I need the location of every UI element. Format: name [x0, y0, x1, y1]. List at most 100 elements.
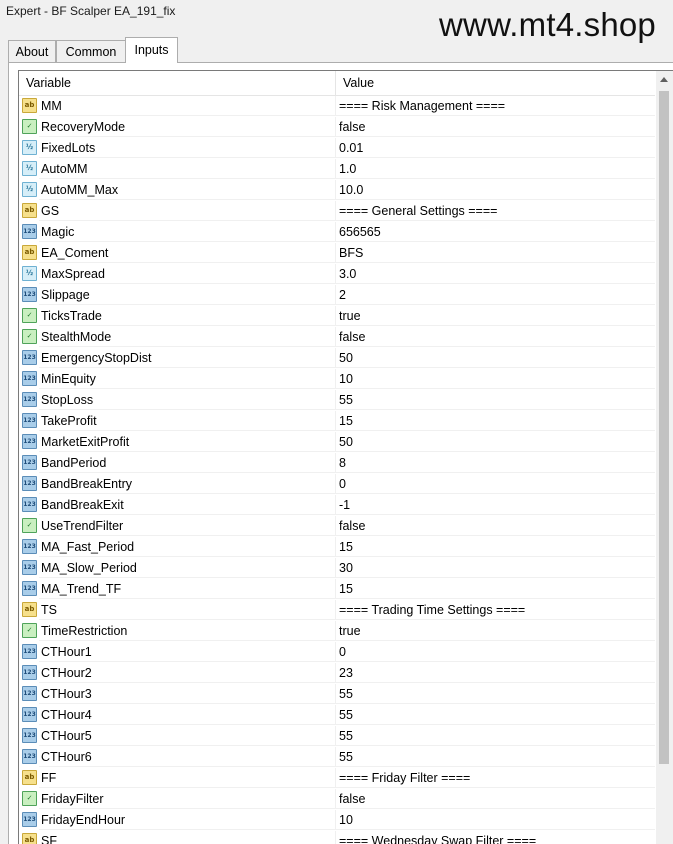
variable-value[interactable]: false — [336, 117, 655, 137]
variable-value[interactable]: 55 — [336, 747, 655, 767]
variable-value[interactable]: 15 — [336, 579, 655, 599]
variable-name: TicksTrade — [39, 306, 336, 326]
variable-name: AutoMM_Max — [39, 180, 336, 200]
table-row[interactable]: ✓ RecoveryMode false — [19, 117, 655, 138]
table-row[interactable]: 123 EmergencyStopDist 50 — [19, 348, 655, 369]
table-row[interactable]: 123 MA_Trend_TF 15 — [19, 579, 655, 600]
variable-value[interactable]: true — [336, 306, 655, 326]
variable-name: CTHour4 — [39, 705, 336, 725]
variable-value[interactable]: 10 — [336, 369, 655, 389]
variable-name: GS — [39, 201, 336, 221]
table-row[interactable]: 123 StopLoss 55 — [19, 390, 655, 411]
variable-value[interactable]: 3.0 — [336, 264, 655, 284]
table-row[interactable]: ✓ StealthMode false — [19, 327, 655, 348]
variable-value[interactable]: 10 — [336, 810, 655, 830]
scrollbar-thumb[interactable] — [659, 91, 669, 764]
variable-value[interactable]: ==== Trading Time Settings ==== — [336, 600, 655, 620]
table-row[interactable]: 123 MarketExitProfit 50 — [19, 432, 655, 453]
variable-value[interactable]: ==== Wednesday Swap Filter ==== — [336, 831, 655, 844]
table-row[interactable]: 123 BandBreakExit -1 — [19, 495, 655, 516]
variable-value[interactable]: 50 — [336, 432, 655, 452]
table-row[interactable]: ✓ FridayFilter false — [19, 789, 655, 810]
scroll-up-arrow-icon[interactable] — [660, 77, 668, 82]
variable-value[interactable]: 55 — [336, 684, 655, 704]
variable-name: FridayEndHour — [39, 810, 336, 830]
table-row[interactable]: 123 Slippage 2 — [19, 285, 655, 306]
table-row[interactable]: 123 MA_Slow_Period 30 — [19, 558, 655, 579]
table-row[interactable]: 123 MA_Fast_Period 15 — [19, 537, 655, 558]
int-icon: 123 — [22, 749, 37, 764]
variable-value[interactable]: ==== Friday Filter ==== — [336, 768, 655, 788]
int-icon: 123 — [22, 581, 37, 596]
variable-value[interactable]: ==== General Settings ==== — [336, 201, 655, 221]
variable-value[interactable]: false — [336, 789, 655, 809]
tab-common[interactable]: Common — [56, 40, 126, 62]
table-row[interactable]: ab FF ==== Friday Filter ==== — [19, 768, 655, 789]
table-row[interactable]: ab EA_Coment BFS — [19, 243, 655, 264]
tab-inputs[interactable]: Inputs — [125, 37, 178, 63]
variable-value[interactable]: 23 — [336, 663, 655, 683]
variable-value[interactable]: 55 — [336, 390, 655, 410]
variable-value[interactable]: -1 — [336, 495, 655, 515]
variable-value[interactable]: 55 — [336, 726, 655, 746]
variable-value[interactable]: BFS — [336, 243, 655, 263]
variable-value[interactable]: 15 — [336, 411, 655, 431]
variable-value[interactable]: 55 — [336, 705, 655, 725]
variable-value[interactable]: 15 — [336, 537, 655, 557]
ab-string-icon: ab — [22, 770, 37, 785]
variable-name: TakeProfit — [39, 411, 336, 431]
variable-value[interactable]: 10.0 — [336, 180, 655, 200]
int-icon: 123 — [22, 413, 37, 428]
table-row[interactable]: 123 CTHour4 55 — [19, 705, 655, 726]
table-row[interactable]: ½ AutoMM_Max 10.0 — [19, 180, 655, 201]
variable-value[interactable]: 0 — [336, 474, 655, 494]
column-divider[interactable] — [335, 71, 336, 95]
variable-value[interactable]: 1.0 — [336, 159, 655, 179]
table-row[interactable]: 123 CTHour2 23 — [19, 663, 655, 684]
table-row[interactable]: ½ AutoMM 1.0 — [19, 159, 655, 180]
tab-about[interactable]: About — [8, 40, 56, 62]
table-row[interactable]: 123 BandPeriod 8 — [19, 453, 655, 474]
variable-value[interactable]: false — [336, 516, 655, 536]
table-row[interactable]: ½ MaxSpread 3.0 — [19, 264, 655, 285]
variable-value[interactable]: ==== Risk Management ==== — [336, 96, 655, 116]
table-row[interactable]: ab MM ==== Risk Management ==== — [19, 96, 655, 117]
table-row[interactable]: 123 BandBreakEntry 0 — [19, 474, 655, 495]
variable-value[interactable]: 8 — [336, 453, 655, 473]
table-row[interactable]: ✓ TicksTrade true — [19, 306, 655, 327]
variable-value[interactable]: 0 — [336, 642, 655, 662]
variable-value[interactable]: 50 — [336, 348, 655, 368]
column-header-variable[interactable]: Variable — [26, 76, 71, 90]
table-row[interactable]: 123 CTHour3 55 — [19, 684, 655, 705]
variable-value[interactable]: 2 — [336, 285, 655, 305]
variable-value[interactable]: true — [336, 621, 655, 641]
int-icon: 123 — [22, 350, 37, 365]
table-row[interactable]: ✓ TimeRestriction true — [19, 621, 655, 642]
table-row[interactable]: 123 MinEquity 10 — [19, 369, 655, 390]
vertical-scrollbar[interactable] — [656, 71, 673, 844]
variable-name: StealthMode — [39, 327, 336, 347]
variable-value[interactable]: 30 — [336, 558, 655, 578]
variable-name: UseTrendFilter — [39, 516, 336, 536]
table-row[interactable]: ✓ UseTrendFilter false — [19, 516, 655, 537]
int-icon: 123 — [22, 287, 37, 302]
table-row[interactable]: 123 TakeProfit 15 — [19, 411, 655, 432]
table-row[interactable]: 123 CTHour1 0 — [19, 642, 655, 663]
table-row[interactable]: ½ FixedLots 0.01 — [19, 138, 655, 159]
variable-name: CTHour3 — [39, 684, 336, 704]
variable-value[interactable]: false — [336, 327, 655, 347]
variable-name: Slippage — [39, 285, 336, 305]
variable-value[interactable]: 656565 — [336, 222, 655, 242]
table-row[interactable]: ab SF ==== Wednesday Swap Filter ==== — [19, 831, 655, 844]
variable-name: FridayFilter — [39, 789, 336, 809]
column-header-value[interactable]: Value — [343, 76, 374, 90]
table-row[interactable]: ab GS ==== General Settings ==== — [19, 201, 655, 222]
table-row[interactable]: ab TS ==== Trading Time Settings ==== — [19, 600, 655, 621]
variable-value[interactable]: 0.01 — [336, 138, 655, 158]
table-row[interactable]: 123 FridayEndHour 10 — [19, 810, 655, 831]
grid-rows: ab MM ==== Risk Management ==== ✓ RecoveryMo… — [19, 96, 655, 844]
table-row[interactable]: 123 CTHour5 55 — [19, 726, 655, 747]
table-row[interactable]: 123 CTHour6 55 — [19, 747, 655, 768]
table-row[interactable]: 123 Magic 656565 — [19, 222, 655, 243]
int-icon: 123 — [22, 644, 37, 659]
